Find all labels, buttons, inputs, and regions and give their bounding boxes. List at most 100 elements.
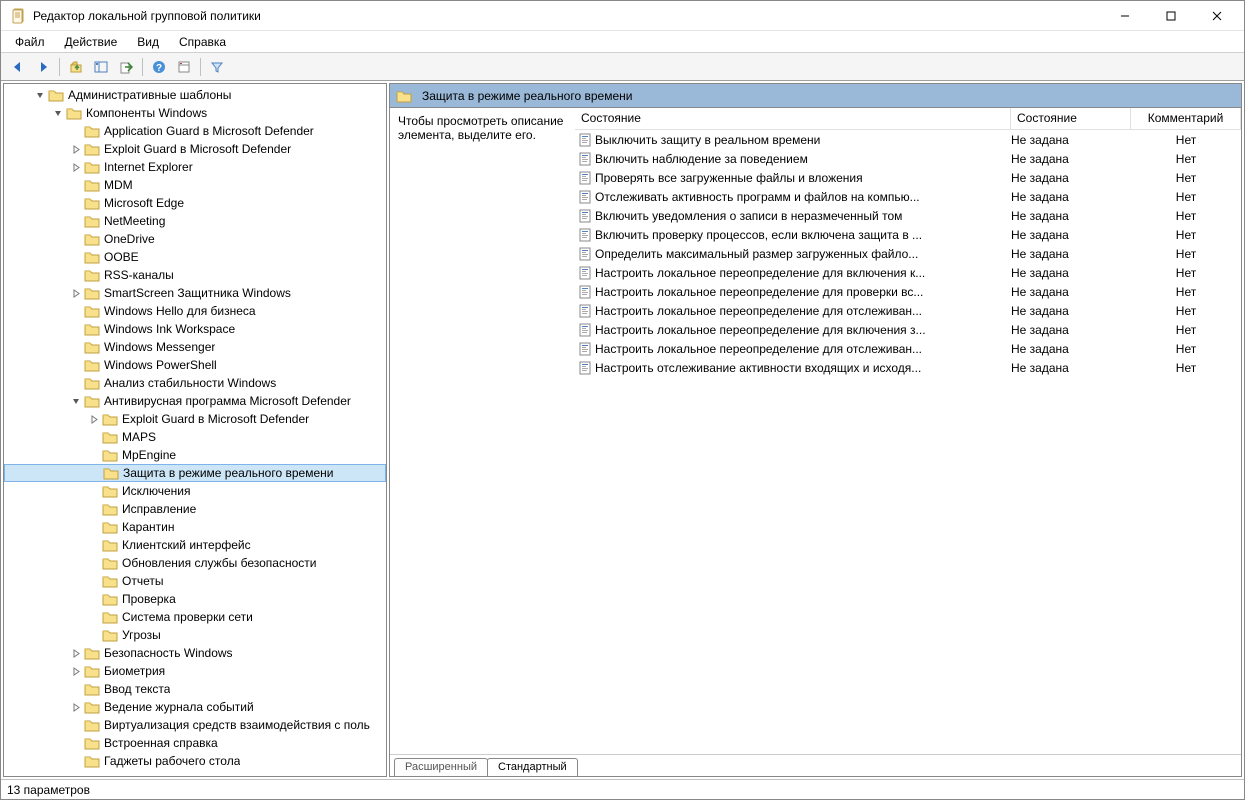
expand-icon[interactable] <box>68 145 84 154</box>
tree-item[interactable]: Административные шаблоны <box>4 86 386 104</box>
tree-item[interactable]: Защита в режиме реального времени <box>4 464 386 482</box>
tree-item[interactable]: Internet Explorer <box>4 158 386 176</box>
filter-button[interactable] <box>206 56 228 78</box>
tree-item-label: Проверка <box>122 592 176 606</box>
expand-icon[interactable] <box>68 163 84 172</box>
expand-icon[interactable] <box>68 649 84 658</box>
collapse-icon[interactable] <box>50 109 66 118</box>
policy-row[interactable]: Настроить локальное переопределение для … <box>575 282 1241 301</box>
policy-row[interactable]: Настроить локальное переопределение для … <box>575 301 1241 320</box>
tree-item[interactable]: Карантин <box>4 518 386 536</box>
tree-item[interactable]: Виртуализация средств взаимодействия с п… <box>4 716 386 734</box>
policy-row[interactable]: Выключить защиту в реальном времениНе за… <box>575 130 1241 149</box>
menu-help[interactable]: Справка <box>171 33 234 51</box>
policy-name: Настроить локальное переопределение для … <box>595 342 1011 356</box>
properties-button[interactable] <box>173 56 195 78</box>
tree-item[interactable]: NetMeeting <box>4 212 386 230</box>
tree-item[interactable]: Windows Hello для бизнеса <box>4 302 386 320</box>
policy-row[interactable]: Включить наблюдение за поведениемНе зада… <box>575 149 1241 168</box>
forward-button[interactable] <box>32 56 54 78</box>
tree-item[interactable]: Система проверки сети <box>4 608 386 626</box>
maximize-button[interactable] <box>1148 1 1194 31</box>
policy-row[interactable]: Настроить локальное переопределение для … <box>575 320 1241 339</box>
expand-icon[interactable] <box>68 289 84 298</box>
folder-icon <box>102 483 118 499</box>
minimize-button[interactable] <box>1102 1 1148 31</box>
tree-item[interactable]: Ввод текста <box>4 680 386 698</box>
tree-item[interactable]: Ведение журнала событий <box>4 698 386 716</box>
tree-item-label: OOBE <box>104 250 139 264</box>
tree-item[interactable]: Windows PowerShell <box>4 356 386 374</box>
tab-standard[interactable]: Стандартный <box>487 758 578 776</box>
tree-item[interactable]: MAPS <box>4 428 386 446</box>
menu-view[interactable]: Вид <box>129 33 167 51</box>
collapse-icon[interactable] <box>32 91 48 100</box>
tree-scroll[interactable]: Административные шаблоныКомпоненты Windo… <box>4 84 386 776</box>
tree-item[interactable]: Гаджеты рабочего стола <box>4 752 386 770</box>
tree-item-label: Гаджеты рабочего стола <box>104 754 240 768</box>
up-button[interactable] <box>65 56 87 78</box>
list-header: Состояние Состояние Комментарий <box>575 108 1241 130</box>
help-button[interactable]: ? <box>148 56 170 78</box>
tree-item[interactable]: Компоненты Windows <box>4 104 386 122</box>
tree-item[interactable]: Анализ стабильности Windows <box>4 374 386 392</box>
policy-row[interactable]: Включить проверку процессов, если включе… <box>575 225 1241 244</box>
policy-icon <box>575 190 595 204</box>
col-name[interactable]: Состояние <box>575 108 1011 129</box>
tree-item[interactable]: Exploit Guard в Microsoft Defender <box>4 410 386 428</box>
tree-item[interactable]: Исключения <box>4 482 386 500</box>
policy-row[interactable]: Проверять все загруженные файлы и вложен… <box>575 168 1241 187</box>
tree-item[interactable]: OOBE <box>4 248 386 266</box>
close-button[interactable] <box>1194 1 1240 31</box>
menu-action[interactable]: Действие <box>57 33 126 51</box>
tree-item[interactable]: Отчеты <box>4 572 386 590</box>
tree-item[interactable]: Microsoft Edge <box>4 194 386 212</box>
policy-row[interactable]: Настроить локальное переопределение для … <box>575 339 1241 358</box>
status-text: 13 параметров <box>7 783 90 797</box>
tab-extended[interactable]: Расширенный <box>394 758 488 776</box>
tree-item[interactable]: Угрозы <box>4 626 386 644</box>
folder-icon <box>84 303 100 319</box>
tree-item[interactable]: Встроенная справка <box>4 734 386 752</box>
policy-name: Отслеживать активность программ и файлов… <box>595 190 1011 204</box>
tree-item[interactable]: Безопасность Windows <box>4 644 386 662</box>
col-comment[interactable]: Комментарий <box>1131 108 1241 129</box>
tree-item[interactable]: MDM <box>4 176 386 194</box>
tree-item[interactable]: Windows Messenger <box>4 338 386 356</box>
policy-row[interactable]: Настроить локальное переопределение для … <box>575 263 1241 282</box>
tree-item[interactable]: RSS-каналы <box>4 266 386 284</box>
policy-row[interactable]: Настроить отслеживание активности входящ… <box>575 358 1241 377</box>
folder-icon <box>84 357 100 373</box>
show-hide-tree-button[interactable] <box>90 56 112 78</box>
tree-item[interactable]: SmartScreen Защитника Windows <box>4 284 386 302</box>
toolbar: ? <box>1 53 1244 81</box>
policy-row[interactable]: Определить максимальный размер загруженн… <box>575 244 1241 263</box>
folder-icon <box>84 339 100 355</box>
export-button[interactable] <box>115 56 137 78</box>
back-button[interactable] <box>7 56 29 78</box>
expand-icon[interactable] <box>68 703 84 712</box>
policy-row[interactable]: Включить уведомления о записи в неразмеч… <box>575 206 1241 225</box>
collapse-icon[interactable] <box>68 397 84 406</box>
tree-item[interactable]: Антивирусная программа Microsoft Defende… <box>4 392 386 410</box>
tree-item[interactable]: MpEngine <box>4 446 386 464</box>
col-state[interactable]: Состояние <box>1011 108 1131 129</box>
tree-item[interactable]: Exploit Guard в Microsoft Defender <box>4 140 386 158</box>
menu-file[interactable]: Файл <box>7 33 53 51</box>
policy-list[interactable]: Состояние Состояние Комментарий Выключит… <box>575 108 1241 754</box>
expand-icon[interactable] <box>68 667 84 676</box>
policy-state: Не задана <box>1011 323 1131 337</box>
tree-item[interactable]: Биометрия <box>4 662 386 680</box>
content-area: Административные шаблоныКомпоненты Windo… <box>1 81 1244 779</box>
tree-item[interactable]: Обновления службы безопасности <box>4 554 386 572</box>
tree-item[interactable]: Windows Ink Workspace <box>4 320 386 338</box>
tree-item[interactable]: Клиентский интерфейс <box>4 536 386 554</box>
tree-item[interactable]: Application Guard в Microsoft Defender <box>4 122 386 140</box>
tree-item-label: RSS-каналы <box>104 268 174 282</box>
expand-icon[interactable] <box>86 415 102 424</box>
policy-row[interactable]: Отслеживать активность программ и файлов… <box>575 187 1241 206</box>
tree-item[interactable]: Проверка <box>4 590 386 608</box>
statusbar: 13 параметров <box>1 779 1244 799</box>
tree-item[interactable]: Исправление <box>4 500 386 518</box>
tree-item[interactable]: OneDrive <box>4 230 386 248</box>
